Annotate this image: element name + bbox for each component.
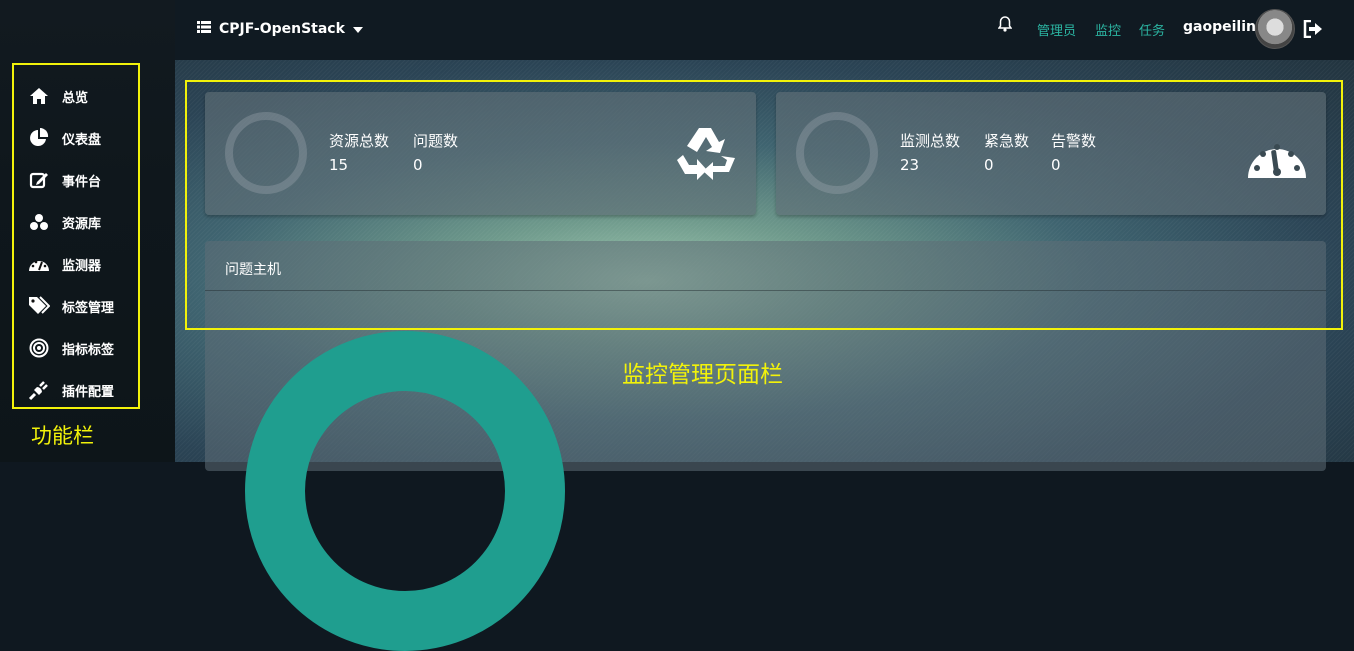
divider: [205, 290, 1326, 291]
target-icon: [28, 337, 50, 359]
sidebar-item-label: 监测器: [62, 258, 102, 274]
sidebar-item-tag-management[interactable]: 标签管理: [28, 291, 114, 321]
username[interactable]: gaopeilin: [1183, 19, 1256, 35]
recycle-icon: [675, 122, 737, 188]
ring-decoration: [796, 112, 878, 194]
sidebar-item-plugins[interactable]: 插件配置: [28, 375, 114, 405]
top-navbar: CPJF-OpenStack 管理员 监控 任务 gaopeilin: [175, 0, 1354, 60]
sidebar-item-dashboard[interactable]: 仪表盘: [28, 123, 101, 153]
stat-label-issues: 问题数: [413, 132, 459, 150]
sidebar-item-label: 仪表盘: [62, 132, 102, 148]
nav-link-tasks[interactable]: 任务: [1139, 20, 1165, 39]
stat-label-alerts: 告警数: [1051, 132, 1097, 150]
bell-icon[interactable]: [997, 16, 1013, 36]
stat-label-urgent: 紧急数: [984, 132, 1030, 150]
donut-chart: [245, 331, 565, 651]
plug-icon: [28, 379, 50, 401]
nav-link-admin[interactable]: 管理员: [1037, 20, 1076, 39]
home-icon: [28, 85, 50, 107]
stat-value-urgent: 0: [984, 156, 994, 174]
panel-title: 问题主机: [225, 262, 281, 278]
sidebar-item-label: 事件台: [62, 174, 102, 190]
sidebar-item-events[interactable]: 事件台: [28, 165, 101, 195]
function-bar-caption: 功能栏: [31, 424, 94, 448]
monitor-summary-card: 监测总数 23 紧急数 0 告警数 0: [776, 92, 1326, 215]
stat-value-alerts: 0: [1051, 156, 1061, 174]
sidebar-item-overview[interactable]: 总览: [28, 81, 88, 111]
dashboard-icon: [1246, 130, 1308, 186]
ring-decoration: [225, 112, 307, 194]
cubes-icon: [28, 211, 50, 233]
stat-value-total-resources: 15: [329, 156, 349, 174]
tags-icon: [28, 295, 50, 317]
sidebar-item-label: 插件配置: [62, 384, 115, 400]
sidebar-item-monitors[interactable]: 监测器: [28, 249, 101, 279]
list-icon: [197, 21, 211, 37]
main-panel-caption: 监控管理页面栏: [622, 362, 783, 388]
function-menu: 总览 仪表盘 事件台 资源库 监测器 标签管理 指标标签 插件配置: [12, 63, 140, 409]
sidebar-item-label: 资源库: [62, 216, 102, 232]
edit-icon: [28, 169, 50, 191]
caret-down-icon: [352, 21, 363, 37]
resource-summary-card: 资源总数 15 问题数 0: [205, 92, 756, 215]
sidebar-item-label: 标签管理: [62, 300, 115, 316]
logout-icon[interactable]: [1303, 19, 1323, 42]
sidebar-item-label: 指标标签: [62, 342, 115, 358]
sidebar-item-metric-tags[interactable]: 指标标签: [28, 333, 114, 363]
project-selector[interactable]: CPJF-OpenStack: [197, 18, 363, 40]
stat-label-total-resources: 资源总数: [329, 132, 390, 150]
stat-label-total-monitors: 监测总数: [900, 132, 961, 150]
project-name: CPJF-OpenStack: [219, 21, 345, 37]
stat-value-issues: 0: [413, 156, 423, 174]
pie-chart-icon: [28, 127, 50, 149]
sidebar-item-resources[interactable]: 资源库: [28, 207, 101, 237]
sidebar: 总览 仪表盘 事件台 资源库 监测器 标签管理 指标标签 插件配置 功能栏: [0, 0, 175, 462]
sidebar-item-label: 总览: [62, 90, 89, 106]
nav-link-monitor[interactable]: 监控: [1095, 20, 1121, 39]
dashboard-icon: [28, 253, 50, 275]
stat-value-total-monitors: 23: [900, 156, 920, 174]
avatar[interactable]: [1255, 9, 1295, 49]
